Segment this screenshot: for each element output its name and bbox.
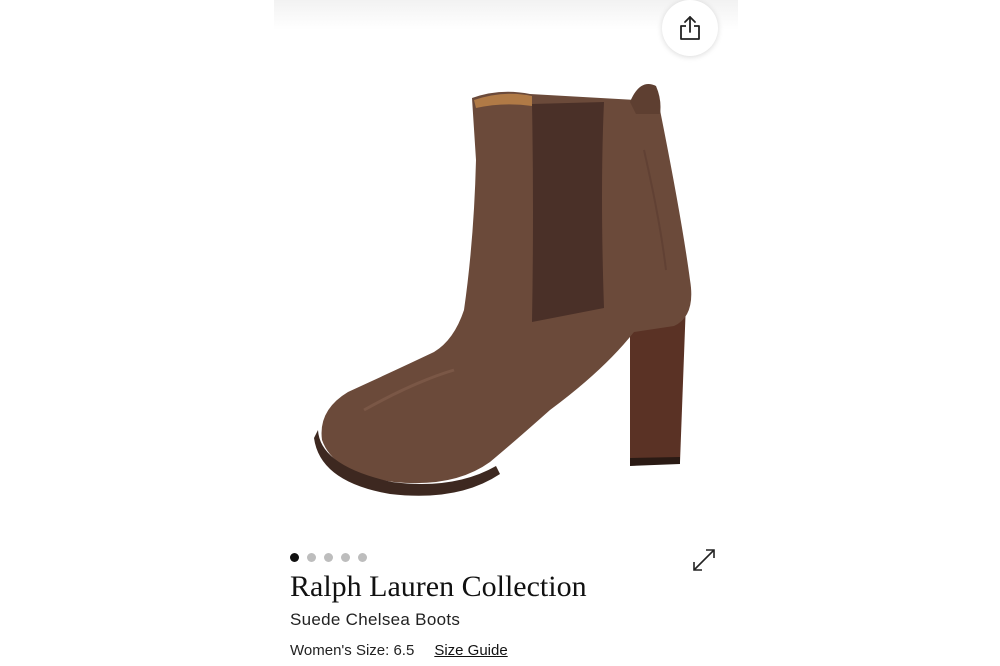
share-icon xyxy=(680,16,700,40)
backdrop-left xyxy=(0,0,274,666)
expand-icon xyxy=(693,549,715,571)
gallery-dot[interactable] xyxy=(324,553,333,562)
expand-button[interactable] xyxy=(688,544,720,576)
gallery-dot[interactable] xyxy=(290,553,299,562)
size-label: Women's Size: 6.5 xyxy=(290,642,415,659)
gallery-dot[interactable] xyxy=(358,553,367,562)
product-name: Suede Chelsea Boots xyxy=(290,610,461,629)
size-row: Women's Size: 6.5 Size Guide xyxy=(290,642,508,659)
gallery-dot[interactable] xyxy=(307,553,316,562)
backdrop-right xyxy=(738,0,1000,666)
size-guide-link[interactable]: Size Guide xyxy=(434,642,507,659)
product-screen: Ralph Lauren Collection Suede Chelsea Bo… xyxy=(274,0,738,666)
gallery-dot[interactable] xyxy=(341,553,350,562)
gallery-pagination xyxy=(290,553,367,562)
brand-name: Ralph Lauren Collection xyxy=(290,570,587,603)
share-button[interactable] xyxy=(662,0,718,56)
boot-image xyxy=(314,84,692,496)
